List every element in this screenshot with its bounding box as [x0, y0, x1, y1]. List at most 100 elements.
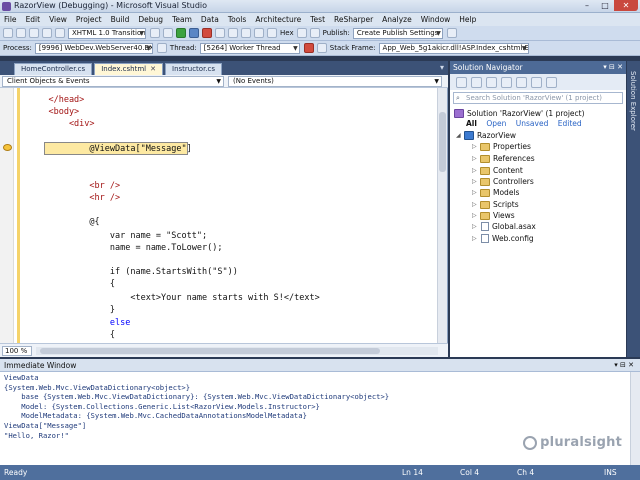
publish-settings-select[interactable]: Create Publish Settings ▼ [352, 27, 443, 39]
format-icon[interactable] [163, 28, 173, 38]
tab-index-cshtml[interactable]: Index.cshtml ✕ [94, 63, 163, 75]
flag-icon[interactable] [303, 43, 314, 53]
tab-instructor[interactable]: Instructor.cs [165, 63, 223, 75]
maximize-button[interactable]: □ [596, 0, 614, 11]
solution-explorer-side-tab[interactable]: Solution Explorer [629, 71, 637, 131]
collapsed-triangle-icon[interactable]: ▷ [472, 189, 480, 196]
collapsed-triangle-icon[interactable]: ▷ [472, 223, 480, 230]
collapsed-triangle-icon[interactable]: ▷ [472, 201, 480, 208]
breakpoint-gutter[interactable] [0, 88, 14, 343]
menu-team[interactable]: Team [172, 15, 192, 24]
menu-data[interactable]: Data [201, 15, 219, 24]
close-button[interactable]: ✕ [614, 0, 638, 11]
properties-icon[interactable] [516, 76, 527, 88]
process-select[interactable]: [9996] WebDev.WebServer40.EXE ▼ [34, 42, 153, 54]
continue-icon[interactable] [176, 28, 186, 38]
break-all-icon[interactable] [189, 28, 199, 38]
menu-edit[interactable]: Edit [26, 15, 41, 24]
pane-buttons[interactable]: ▾ ⊟ ✕ [603, 61, 623, 74]
hex-toggle[interactable]: Hex [280, 29, 294, 37]
suspend-icon[interactable] [156, 43, 167, 53]
menu-test[interactable]: Test [310, 15, 325, 24]
editor-vertical-scrollbar[interactable] [437, 88, 447, 343]
tab-overflow-icon[interactable]: ▾ [440, 63, 444, 72]
close-icon[interactable]: ✕ [150, 64, 156, 75]
tree-item-properties[interactable]: ▷ Properties [472, 141, 531, 152]
client-objects-select[interactable]: Client Objects & Events ▼ [2, 76, 224, 87]
undo-icon[interactable] [55, 28, 65, 38]
preview-icon[interactable] [531, 76, 542, 88]
solution-search-input[interactable]: ⌕ Search Solution 'RazorView' (1 project… [453, 92, 623, 104]
tab-homecontroller[interactable]: HomeController.cs [14, 63, 93, 75]
settings-icon[interactable] [546, 76, 557, 88]
menu-analyze[interactable]: Analyze [382, 15, 412, 24]
tree-item-views[interactable]: ▷ Views [472, 210, 515, 221]
menu-debug[interactable]: Debug [138, 15, 163, 24]
menu-window[interactable]: Window [421, 15, 451, 24]
filter-edited[interactable]: Edited [558, 119, 582, 128]
validate-icon[interactable] [150, 28, 160, 38]
restart-icon[interactable] [215, 28, 225, 38]
tree-item-references[interactable]: ▷ References [472, 153, 535, 164]
filter-unsaved[interactable]: Unsaved [516, 119, 549, 128]
step-over-icon[interactable] [254, 28, 264, 38]
immediate-output[interactable]: ViewData {System.Web.Mvc.ViewDataDiction… [4, 373, 624, 440]
menu-architecture[interactable]: Architecture [255, 15, 301, 24]
tree-item-models[interactable]: ▷ Models [472, 187, 519, 198]
filter-all[interactable]: All [466, 119, 477, 128]
immediate-scrollbar[interactable] [630, 372, 640, 465]
chevron-down-icon: ▼ [434, 78, 439, 85]
forward-icon[interactable] [471, 76, 482, 88]
collapsed-triangle-icon[interactable]: ▷ [472, 155, 480, 162]
open-icon[interactable] [16, 28, 26, 38]
tree-item-web-config[interactable]: ▷ Web.config [472, 233, 534, 244]
collapse-all-icon[interactable] [501, 76, 512, 88]
tree-item-content[interactable]: ▷ Content [472, 165, 523, 176]
project-node[interactable]: ◢ RazorView [456, 130, 516, 141]
step-into-icon[interactable] [241, 28, 251, 38]
process-value: [9996] WebDev.WebServer40.EXE [38, 43, 153, 52]
menu-project[interactable]: Project [76, 15, 102, 24]
collapsed-triangle-icon[interactable]: ▷ [472, 235, 480, 242]
new-project-icon[interactable] [3, 28, 13, 38]
stack-frame-select[interactable]: App_Web_5g1akicr.dll!ASP.Index_cshtml.E ▼ [378, 42, 529, 54]
solution-node[interactable]: Solution 'RazorView' (1 project) [454, 108, 585, 119]
publish-web-icon[interactable] [309, 28, 320, 38]
stop-debugging-icon[interactable] [202, 28, 212, 38]
publish-icon[interactable] [446, 28, 457, 38]
expanded-triangle-icon[interactable]: ◢ [456, 132, 464, 139]
save-icon[interactable] [29, 28, 39, 38]
thread-select[interactable]: [5264] Worker Thread ▼ [199, 42, 300, 54]
save-all-icon[interactable] [42, 28, 52, 38]
tree-item-controllers[interactable]: ▷ Controllers [472, 176, 534, 187]
menu-build[interactable]: Build [111, 15, 130, 24]
zoom-select[interactable]: 100 % [2, 346, 32, 356]
events-select[interactable]: (No Events) ▼ [228, 76, 442, 87]
collapsed-triangle-icon[interactable]: ▷ [472, 178, 480, 185]
show-next-statement-icon[interactable] [228, 28, 238, 38]
step-out-icon[interactable] [267, 28, 277, 38]
menu-resharper[interactable]: ReSharper [334, 15, 373, 24]
menu-tools[interactable]: Tools [228, 15, 246, 24]
minimize-button[interactable]: – [578, 0, 596, 11]
schema-select[interactable]: XHTML 1.0 Transition ▼ [68, 27, 146, 39]
editor-horizontal-scrollbar[interactable] [36, 347, 438, 355]
breakpoints-icon[interactable] [296, 28, 307, 38]
home-icon[interactable] [486, 76, 497, 88]
scroll-thumb[interactable] [439, 112, 446, 172]
filter-open[interactable]: Open [486, 119, 506, 128]
back-icon[interactable] [456, 76, 467, 88]
tree-item-global-asax[interactable]: ▷ Global.asax [472, 221, 536, 232]
thread-filter-icon[interactable] [316, 43, 327, 53]
collapsed-triangle-icon[interactable]: ▷ [472, 212, 480, 219]
menu-view[interactable]: View [49, 15, 67, 24]
menu-file[interactable]: File [4, 15, 17, 24]
code-line: } [28, 304, 115, 316]
code-surface[interactable]: </head> <body> <div> @ViewData["Message"… [0, 88, 438, 343]
pane-buttons[interactable]: ▾ ⊟ ✕ [614, 359, 634, 372]
scroll-thumb[interactable] [40, 348, 380, 354]
collapsed-triangle-icon[interactable]: ▷ [472, 167, 480, 174]
collapsed-triangle-icon[interactable]: ▷ [472, 143, 480, 150]
menu-help[interactable]: Help [459, 15, 476, 24]
tree-item-scripts[interactable]: ▷ Scripts [472, 199, 519, 210]
